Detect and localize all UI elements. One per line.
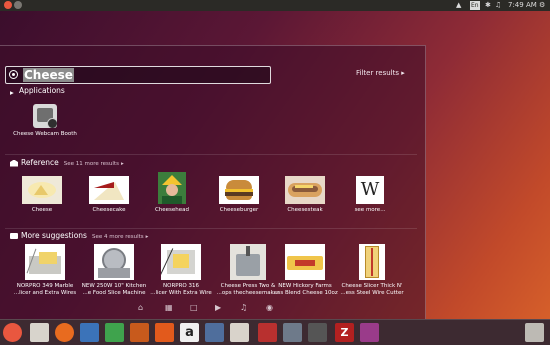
software-center-icon[interactable] (155, 323, 174, 342)
suggestion-item[interactable]: Cheese Slicer Thick N' ...ess Steel Wire… (337, 244, 407, 296)
search-query: Cheese (23, 68, 74, 82)
volume-icon[interactable]: ♫ (495, 0, 501, 11)
result-see-more[interactable]: W see more... (350, 176, 390, 214)
cheesesteak-thumbnail (285, 176, 325, 204)
apps-lens-icon[interactable]: ▦ (165, 303, 173, 312)
photos-lens-icon[interactable]: ◉ (266, 303, 273, 312)
amazon-icon[interactable]: a (180, 323, 199, 342)
photos-icon[interactable] (283, 323, 302, 342)
ubuntu-logo-icon[interactable] (3, 323, 22, 342)
cheese-slicer-thumbnail (161, 244, 201, 280)
home-lens-icon[interactable]: ⌂ (138, 303, 143, 312)
chevron-right-icon: ▸ (10, 88, 14, 97)
section-more-suggestions[interactable]: More suggestions See 4 more results ▸ (10, 231, 148, 240)
reference-icon (10, 159, 18, 167)
section-title: Applications (19, 86, 65, 95)
files-icon[interactable] (30, 323, 49, 342)
firefox-icon[interactable] (55, 323, 74, 342)
wifi-icon[interactable]: ▲ (456, 0, 461, 11)
filter-results-button[interactable]: Filter results ▸ (356, 69, 405, 77)
wikipedia-icon: W (356, 176, 384, 204)
bluetooth-icon[interactable]: ✱ (485, 0, 491, 11)
maximize-dash-button[interactable] (14, 1, 22, 9)
music-lens-icon[interactable]: ♫ (240, 303, 247, 312)
result-cheesesteak[interactable]: Cheesesteak (282, 176, 328, 214)
result-cheese[interactable]: Cheese (20, 176, 64, 214)
launcher: a Z (0, 319, 550, 345)
top-panel: ▲ En ✱ ♫ 7:49 AM ⚙ (0, 0, 550, 11)
search-input[interactable]: Cheese (5, 66, 271, 84)
clock[interactable]: 7:49 AM (508, 0, 537, 11)
camera-icon[interactable] (308, 323, 327, 342)
close-dash-button[interactable] (4, 1, 12, 9)
see-more-suggestions-link[interactable]: See 4 more results (92, 234, 144, 240)
divider (5, 154, 417, 155)
see-more-reference-link[interactable]: See 11 more results (64, 161, 119, 167)
suggestion-item[interactable]: NEW 250W 10" Kitchen ...e Food Slice Mac… (79, 244, 149, 296)
settings-icon[interactable] (205, 323, 224, 342)
hickory-cheese-thumbnail (285, 244, 325, 280)
unity-dash: Cheese Filter results ▸ ▸ Applications Ch… (0, 45, 426, 321)
cheeseburger-thumbnail (219, 176, 259, 204)
filezilla-icon[interactable]: Z (335, 323, 354, 342)
calc-icon[interactable] (105, 323, 124, 342)
cheese-thumbnail (22, 176, 62, 204)
trash-icon[interactable] (525, 323, 544, 342)
suggestion-item[interactable]: NORPRO 316 ...licer With Extra Wire (146, 244, 216, 296)
search-icon (9, 70, 18, 79)
system-icon[interactable] (230, 323, 249, 342)
cheese-app-icon (33, 104, 57, 128)
marble-slicer-thumbnail (25, 244, 65, 280)
result-cheeseburger[interactable]: Cheeseburger (216, 176, 262, 214)
food-slicer-thumbnail (94, 244, 134, 280)
video-lens-icon[interactable]: ▶ (215, 303, 221, 312)
cheese-press-thumbnail (230, 244, 266, 280)
cheesecake-thumbnail (89, 176, 129, 204)
wire-cutter-thumbnail (359, 244, 385, 280)
files-lens-icon[interactable]: □ (190, 303, 198, 312)
section-reference[interactable]: Reference See 11 more results ▸ (10, 158, 124, 167)
app-cheese-webcam-booth[interactable]: Cheese Webcam Booth (10, 104, 80, 138)
result-cheesehead[interactable]: Cheesehead (150, 172, 194, 214)
gear-icon[interactable]: ⚙ (539, 0, 545, 11)
writer-icon[interactable] (80, 323, 99, 342)
divider (5, 228, 417, 229)
suggestion-item[interactable]: NORPRO 349 Marble ...licer and Extra Wir… (10, 244, 80, 296)
section-applications[interactable]: ▸ Applications (10, 86, 65, 97)
result-cheesecake[interactable]: Cheesecake (86, 176, 132, 214)
shopping-bag-icon (10, 233, 18, 239)
impress-icon[interactable] (130, 323, 149, 342)
suggestion-item[interactable]: NEW Hickory Farms ...ss Blend Cheese 10o… (270, 244, 340, 296)
workspace-icon[interactable] (360, 323, 379, 342)
cheesehead-thumbnail (158, 172, 186, 204)
todo-icon[interactable] (258, 323, 277, 342)
keyboard-indicator[interactable]: En (470, 1, 480, 10)
